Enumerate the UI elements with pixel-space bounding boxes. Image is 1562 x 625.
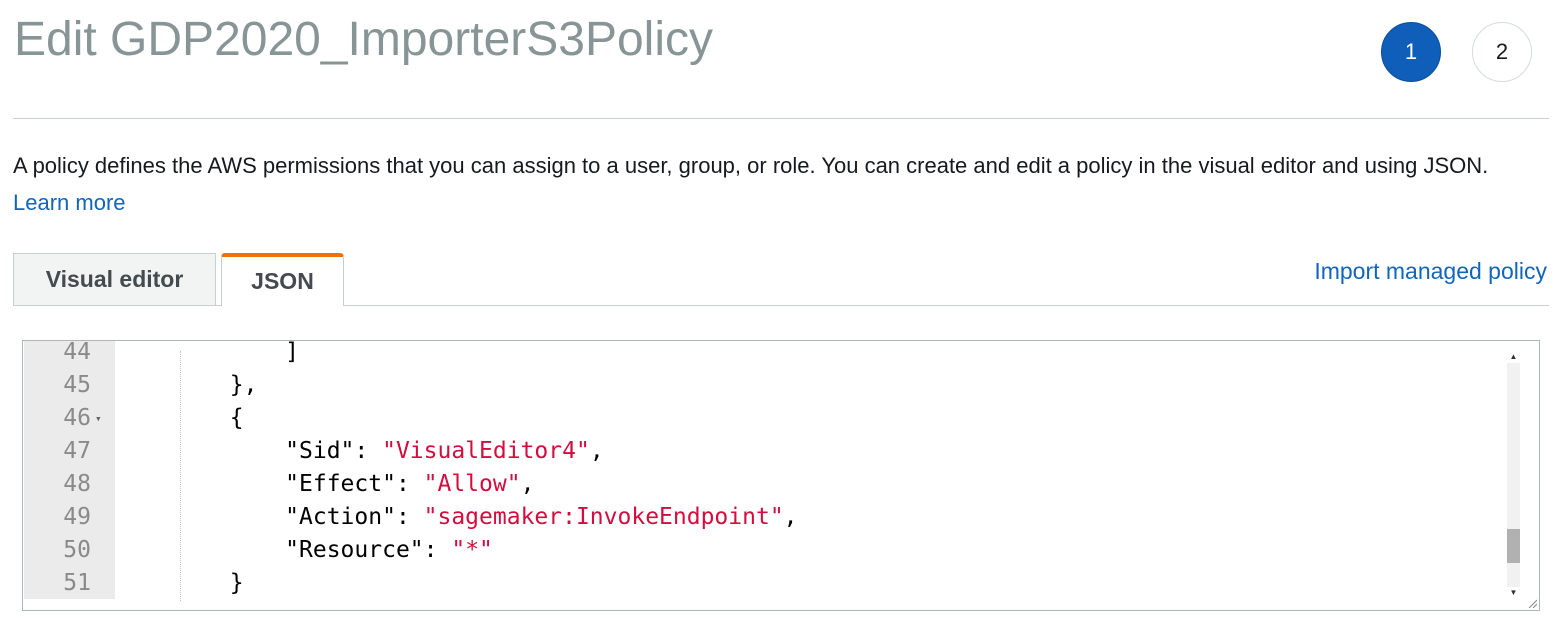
code-text: "Sid": "VisualEditor4",	[119, 435, 604, 468]
code-lines[interactable]: 44 ] 45 }, 46 ▾ { 47 "Sid": "VisualEdito…	[23, 340, 1499, 600]
json-code-editor[interactable]: 44 ] 45 }, 46 ▾ { 47 "Sid": "VisualEdito…	[22, 340, 1540, 611]
scroll-thumb[interactable]	[1507, 529, 1520, 563]
code-text: "Effect": "Allow",	[119, 468, 534, 501]
code-text: ]	[119, 340, 300, 369]
code-line: 48 "Effect": "Allow",	[23, 468, 1499, 501]
code-text: }	[119, 567, 244, 600]
code-string: "VisualEditor4"	[382, 438, 590, 464]
code-line: 50 "Resource": "*"	[23, 534, 1499, 567]
code-tail: ,	[589, 438, 604, 464]
resize-handle-icon[interactable]	[1527, 598, 1537, 608]
line-number: 44	[63, 340, 91, 365]
editor-scrollbar[interactable]: ▲ ▼	[1506, 351, 1521, 599]
description-text: A policy defines the AWS permissions tha…	[13, 153, 1489, 178]
code-line: 49 "Action": "sagemaker:InvokeEndpoint",	[23, 501, 1499, 534]
code-text: {	[119, 402, 244, 435]
code-plain: ]	[119, 340, 300, 365]
policy-description: A policy defines the AWS permissions tha…	[13, 147, 1533, 221]
line-number: 48	[63, 471, 91, 497]
learn-more-link[interactable]: Learn more	[13, 190, 126, 215]
line-number: 45	[63, 372, 91, 398]
code-string: "Allow"	[423, 471, 521, 497]
code-plain: },	[119, 372, 258, 398]
code-plain: "Sid":	[119, 438, 383, 464]
scroll-down-arrow-icon[interactable]: ▼	[1506, 587, 1521, 599]
code-text: },	[119, 369, 258, 402]
code-string: "*"	[451, 537, 493, 563]
code-line: 47 "Sid": "VisualEditor4",	[23, 435, 1499, 468]
tab-visual-editor[interactable]: Visual editor	[13, 253, 216, 305]
page-title: Edit GDP2020_ImporterS3Policy	[14, 13, 713, 66]
code-text: "Action": "sagemaker:InvokeEndpoint",	[119, 501, 798, 534]
fold-chevron-icon[interactable]: ▾	[95, 402, 102, 435]
wizard-step-1[interactable]: 1	[1381, 22, 1441, 82]
code-line: 51 }	[23, 567, 1499, 600]
code-plain: "Effect":	[119, 471, 424, 497]
code-string: "sagemaker:InvokeEndpoint"	[423, 504, 784, 530]
code-text: "Resource": "*"	[119, 534, 493, 567]
line-number: 50	[63, 537, 91, 563]
line-number: 49	[63, 504, 91, 530]
import-managed-policy-link[interactable]: Import managed policy	[1314, 258, 1547, 285]
code-line: 44 ]	[23, 340, 1499, 369]
scroll-up-arrow-icon[interactable]: ▲	[1506, 351, 1521, 363]
line-number: 46	[63, 405, 91, 431]
code-line: 45 },	[23, 369, 1499, 402]
code-plain: }	[119, 570, 244, 596]
code-tail: ,	[520, 471, 535, 497]
line-number: 47	[63, 438, 91, 464]
line-number: 51	[63, 570, 91, 596]
code-line: 46 ▾ {	[23, 402, 1499, 435]
code-tail: ,	[783, 504, 798, 530]
code-plain: "Resource":	[119, 537, 452, 563]
tab-json[interactable]: JSON	[221, 253, 344, 306]
code-plain: {	[119, 405, 244, 431]
code-plain: "Action":	[119, 504, 424, 530]
header-divider	[13, 118, 1549, 119]
wizard-step-2[interactable]: 2	[1472, 22, 1532, 82]
